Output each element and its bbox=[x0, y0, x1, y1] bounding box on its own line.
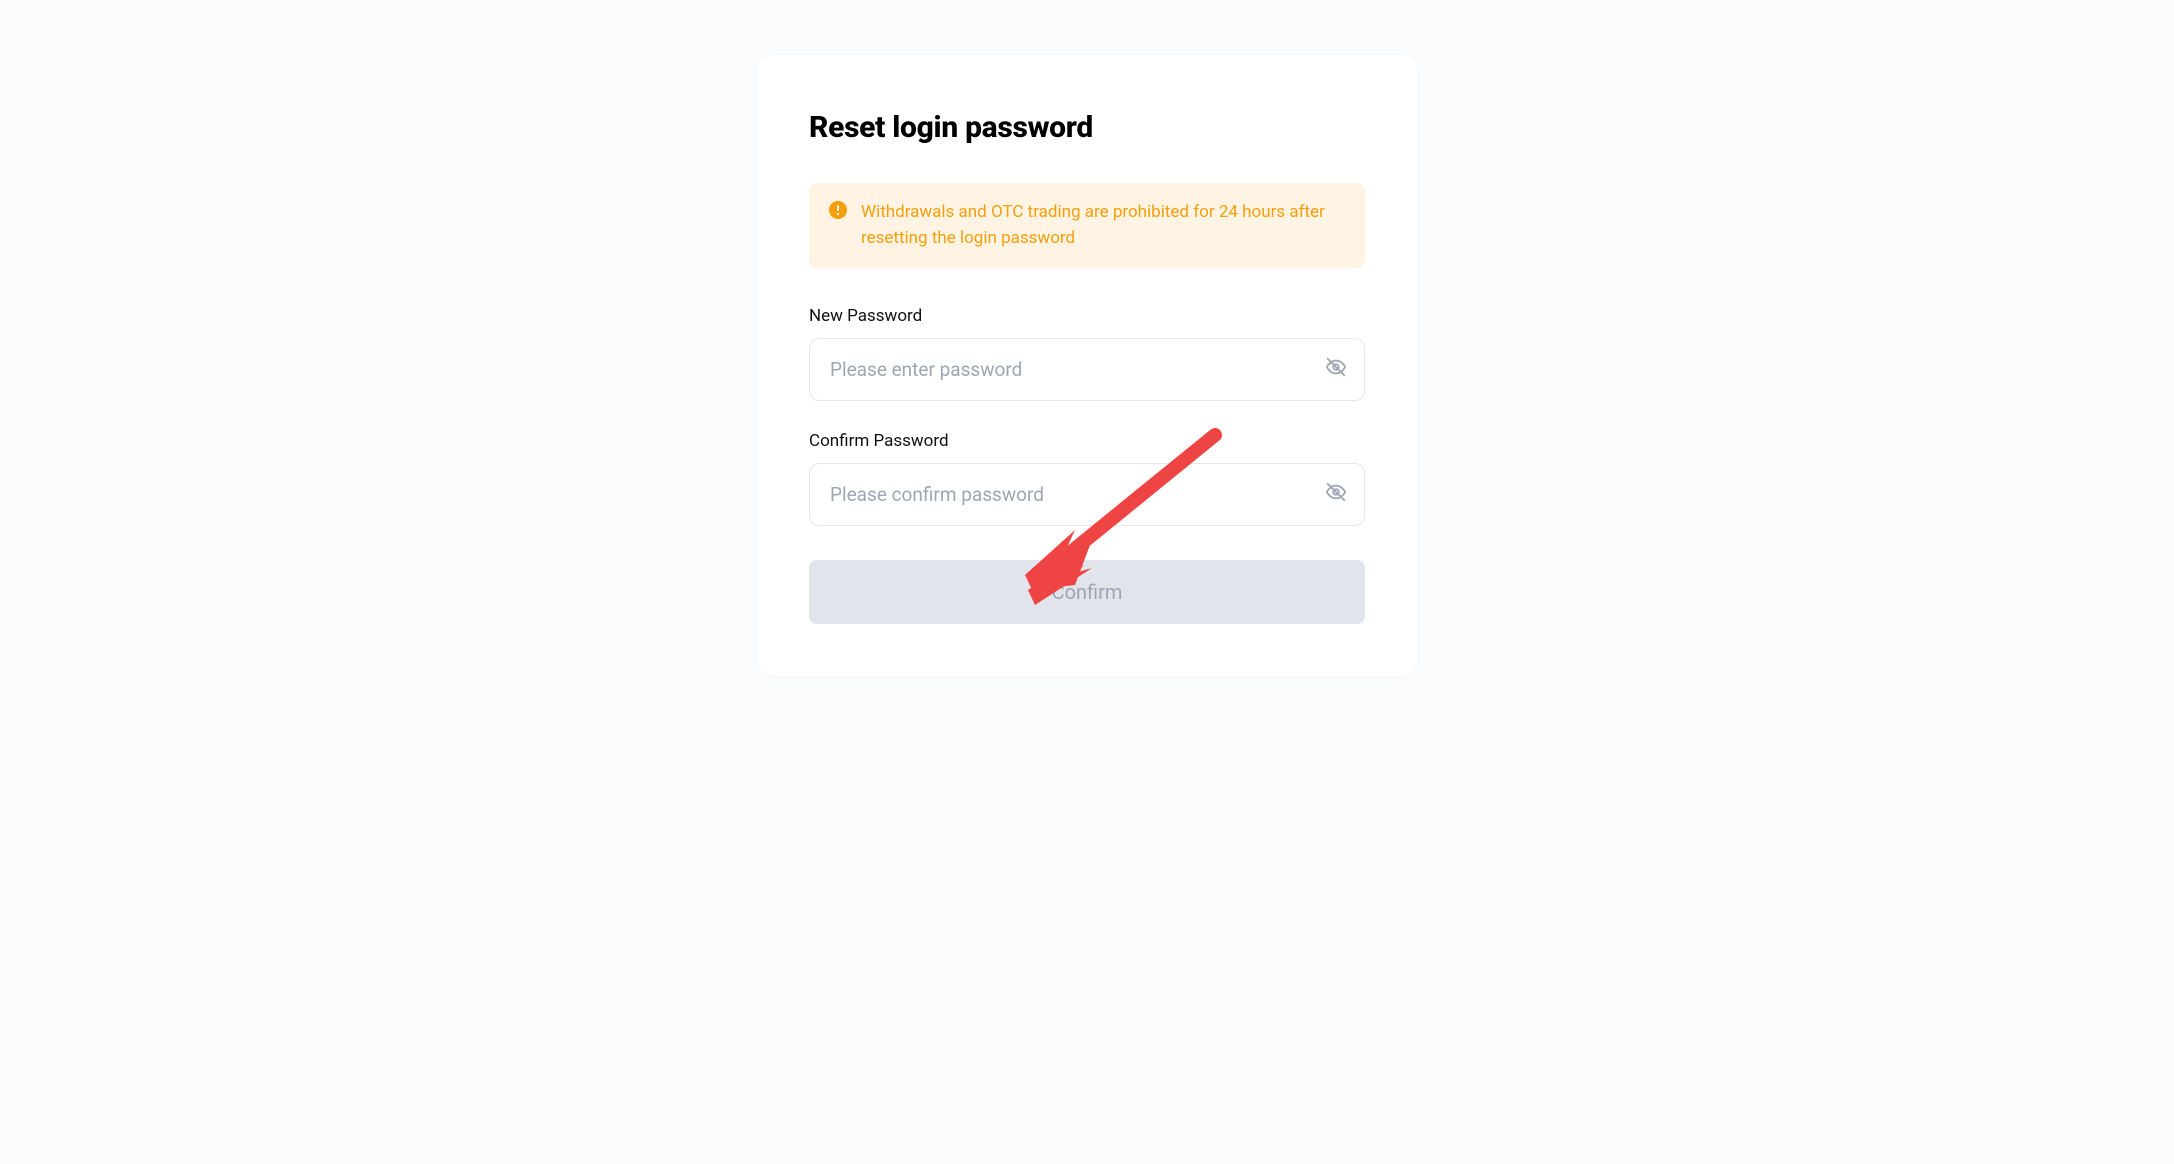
page-title: Reset login password bbox=[809, 110, 1365, 145]
new-password-field-group: New Password bbox=[809, 306, 1365, 401]
eye-off-icon bbox=[1325, 356, 1347, 382]
warning-message: Withdrawals and OTC trading are prohibit… bbox=[861, 199, 1345, 252]
confirm-password-label: Confirm Password bbox=[809, 431, 1365, 451]
warning-banner: Withdrawals and OTC trading are prohibit… bbox=[809, 183, 1365, 268]
new-password-input[interactable] bbox=[809, 338, 1365, 401]
confirm-password-visibility-toggle[interactable] bbox=[1325, 481, 1347, 507]
new-password-label: New Password bbox=[809, 306, 1365, 326]
reset-password-card: Reset login password Withdrawals and OTC… bbox=[757, 55, 1417, 676]
confirm-password-input[interactable] bbox=[809, 463, 1365, 526]
confirm-password-field-group: Confirm Password bbox=[809, 431, 1365, 526]
confirm-password-input-wrapper bbox=[809, 463, 1365, 526]
warning-icon bbox=[829, 201, 847, 223]
eye-off-icon bbox=[1325, 481, 1347, 507]
confirm-button[interactable]: Confirm bbox=[809, 560, 1365, 624]
new-password-visibility-toggle[interactable] bbox=[1325, 356, 1347, 382]
new-password-input-wrapper bbox=[809, 338, 1365, 401]
